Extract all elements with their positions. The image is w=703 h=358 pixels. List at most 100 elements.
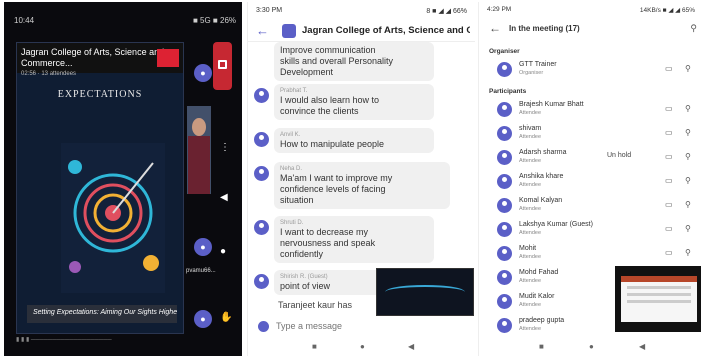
participant-row[interactable]: Mohit Attendee ▭ ⚲: [487, 242, 700, 264]
participant-avatar[interactable]: ●: [194, 64, 212, 82]
nav-back-icon[interactable]: ◀: [639, 342, 645, 351]
avatar: [497, 102, 512, 117]
participant-name: Mudit Kalor: [519, 293, 555, 300]
nav-home-icon[interactable]: ●: [360, 342, 365, 351]
add-attachment-icon[interactable]: [258, 321, 269, 332]
participant-name: Lakshya Kumar (Guest): [519, 221, 593, 228]
nav-back-icon[interactable]: ◀: [408, 342, 414, 351]
participants-title: In the meeting (17): [509, 24, 580, 33]
message-bubble: Shirish R. (Guest) point of view: [274, 270, 384, 295]
participant-name: GTT Trainer: [519, 61, 557, 68]
mic-icon: ⚲: [685, 104, 691, 113]
camera-icon: ▭: [665, 224, 673, 233]
camera-icon: ▭: [665, 64, 673, 73]
nav-home-icon[interactable]: ●: [589, 342, 594, 351]
college-logo: [157, 49, 179, 67]
pip-decoration: [385, 285, 465, 299]
camera-icon: ▭: [665, 152, 673, 161]
participant-avatar[interactable]: ●: [194, 310, 212, 328]
nav-recents-icon[interactable]: ■: [539, 342, 544, 351]
mic-icon: ⚲: [685, 176, 691, 185]
participant-name: Brajesh Kumar Bhatt: [519, 101, 584, 108]
avatar: [497, 62, 512, 77]
avatar: [254, 166, 269, 181]
avatar: [497, 294, 512, 309]
picture-in-picture-video[interactable]: [376, 268, 474, 316]
mic-icon: ⚲: [685, 200, 691, 209]
android-nav-bar: ■ ● ◀: [248, 338, 475, 356]
mic-icon: ⚲: [685, 224, 691, 233]
android-nav-bar: ■ ● ◀: [479, 338, 701, 356]
status-indicators: ■ 5G ■ 26%: [192, 16, 236, 25]
end-call-icon: [218, 60, 227, 69]
chat-panel: 3:30 PM 8 ■ ◢ ◢ 66% ← Jagran College of …: [247, 2, 475, 356]
status-indicators: 14KB/s ■ ◢ ◢ 65%: [639, 7, 695, 14]
status-bar: 4:29 PM 14KB/s ■ ◢ ◢ 65%: [479, 2, 701, 18]
mic-icon[interactable]: ●: [220, 246, 226, 257]
participant-role: Attendee: [519, 182, 542, 188]
avatar: [254, 274, 269, 289]
status-bar: 3:30 PM 8 ■ ◢ ◢ 66%: [248, 2, 475, 20]
participant-row[interactable]: GTT Trainer Organiser ▭ ⚲: [487, 58, 700, 80]
more-options-icon[interactable]: ⋮: [220, 142, 230, 153]
participants-header: ← In the meeting (17) ⚲: [479, 18, 701, 40]
sender-name: Prabhat T.: [280, 88, 308, 94]
participant-row[interactable]: Komal Kalyan Attendee ▭ ⚲: [487, 194, 700, 216]
chat-title: Jagran College of Arts, Science and Comm…: [302, 25, 470, 36]
status-bar: 10:44 ■ 5G ■ 26%: [4, 2, 242, 36]
presenter-video[interactable]: [187, 106, 211, 194]
participants-heading: Participants: [489, 88, 527, 95]
mic-icon: ⚲: [685, 152, 691, 161]
camera-icon: ▭: [665, 104, 673, 113]
participant-role: Attendee: [519, 110, 542, 116]
screen-share-thumbnail[interactable]: [615, 266, 701, 332]
participants-panel: 4:29 PM 14KB/s ■ ◢ ◢ 65% ← In the meetin…: [478, 2, 701, 356]
participant-role: Attendee: [519, 254, 542, 260]
slide-header-title: Jagran College of Arts, Science and Comm…: [21, 47, 165, 68]
participant-name: Mohit: [519, 245, 537, 252]
meeting-video-panel: 10:44 ■ 5G ■ 26% Jagran College of Arts,…: [4, 2, 242, 356]
shared-screen[interactable]: Jagran College of Arts, Science and Comm…: [16, 42, 184, 334]
message-text: Improve communication skills and overall…: [280, 45, 394, 77]
participant-role: Attendee: [519, 278, 542, 284]
mic-icon: ⚲: [685, 64, 691, 73]
participant-label: pvamu66...: [186, 268, 216, 274]
participant-row[interactable]: shivam Attendee ▭ ⚲: [487, 122, 700, 144]
avatar: [497, 246, 512, 261]
message-bubble: Neha D. Ma'am I want to improve my confi…: [274, 162, 450, 209]
message-bubble: Prabhat T. I would also learn how to con…: [274, 84, 434, 120]
status-indicators: 8 ■ ◢ ◢ 66%: [426, 8, 467, 15]
participant-row[interactable]: Brajesh Kumar Bhatt Attendee ▭ ⚲: [487, 98, 700, 120]
speaker-icon[interactable]: ◀: [220, 192, 228, 203]
participant-row[interactable]: Lakshya Kumar (Guest) Attendee ▭ ⚲: [487, 218, 700, 240]
status-time: 4:29 PM: [487, 6, 512, 13]
hand-raise-icon[interactable]: ✋: [220, 312, 232, 323]
shared-window: [621, 276, 697, 322]
leave-call-button[interactable]: [213, 42, 232, 90]
participant-row[interactable]: Adarsh sharma Attendee Un hold ▭ ⚲: [487, 146, 700, 168]
sender-name: Anvil K.: [280, 132, 301, 138]
nav-recents-icon[interactable]: ■: [312, 342, 317, 351]
back-arrow-icon[interactable]: ←: [489, 21, 501, 35]
camera-icon: ▭: [665, 128, 673, 137]
participant-row[interactable]: Anshika khare Attendee ▭ ⚲: [487, 170, 700, 192]
camera-icon: ▭: [665, 200, 673, 209]
participant-role: Attendee: [519, 326, 542, 332]
organiser-heading: Organiser: [489, 48, 520, 55]
search-icon[interactable]: ⚲: [690, 23, 697, 34]
window-line: [627, 293, 691, 296]
avatar: [497, 222, 512, 237]
compose-bar: [254, 316, 470, 336]
participant-name: shivam: [519, 125, 542, 132]
participant-name: Anshika khare: [519, 173, 564, 180]
participant-role: Attendee: [519, 134, 542, 140]
participant-role: Attendee: [519, 302, 542, 308]
back-arrow-icon[interactable]: ←: [256, 23, 269, 38]
participant-role: Attendee: [519, 230, 542, 236]
status-time: 10:44: [14, 16, 35, 25]
participant-avatar[interactable]: ●: [194, 238, 212, 256]
message-bubble: Anvil K. How to manipulate people: [274, 128, 434, 153]
presenter-face: [192, 118, 206, 136]
sender-name: Shirish R. (Guest): [280, 274, 328, 280]
message-input[interactable]: [276, 318, 396, 334]
